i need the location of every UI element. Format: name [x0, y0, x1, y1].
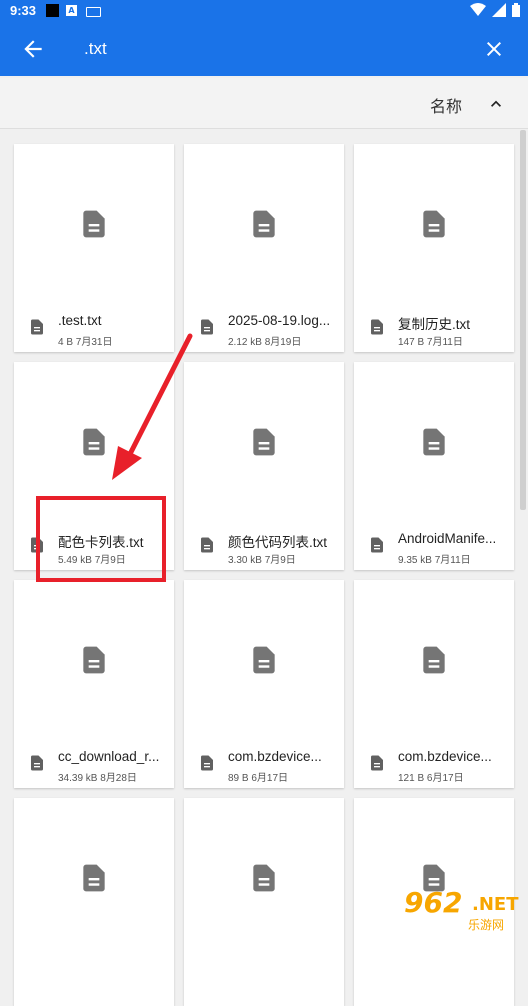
- file-type-icon: [201, 755, 213, 771]
- file-card[interactable]: 2025-08-19.log... 2.12 kB 8月19日: [184, 144, 344, 352]
- file-meta: 34.39 kB 8月28日: [58, 773, 137, 784]
- highlight-box: [36, 496, 166, 582]
- file-type-icon: [31, 755, 43, 771]
- file-meta: 9.35 kB 7月11日: [398, 555, 471, 566]
- file-card[interactable]: [14, 798, 174, 1006]
- document-icon: [83, 864, 105, 892]
- file-card[interactable]: com.bzdevice... 89 B 6月17日: [184, 580, 344, 788]
- sort-label[interactable]: 名称: [430, 93, 462, 117]
- file-card[interactable]: [184, 798, 344, 1006]
- scrollbar[interactable]: [520, 130, 526, 510]
- file-type-icon: [31, 319, 43, 335]
- arrow-back-icon[interactable]: [20, 36, 46, 62]
- status-bar: 9:33 A: [0, 0, 528, 22]
- file-name: AndroidManife...: [398, 531, 497, 546]
- file-meta: 121 B 6月17日: [398, 773, 464, 784]
- document-icon: [83, 428, 105, 456]
- file-meta: 147 B 7月11日: [398, 337, 463, 348]
- document-icon: [423, 646, 445, 674]
- sort-bar[interactable]: 名称: [0, 78, 528, 129]
- file-name: 颜色代码列表.txt: [228, 535, 328, 550]
- app-toolbar: .txt: [0, 22, 528, 76]
- file-name: com.bzdevice...: [398, 749, 492, 764]
- document-icon: [253, 864, 275, 892]
- file-type-icon: [201, 537, 213, 553]
- file-name: 2025-08-19.log...: [228, 313, 331, 328]
- file-type-icon: [371, 537, 383, 553]
- file-meta: 89 B 6月17日: [228, 773, 289, 784]
- signal-icon: [492, 3, 506, 17]
- file-meta: 4 B 7月31日: [58, 337, 113, 348]
- keyboard-icon: [86, 7, 101, 17]
- battery-icon: [512, 3, 520, 17]
- watermark-text: 乐游网: [468, 918, 505, 932]
- chevron-up-icon[interactable]: [486, 94, 506, 114]
- file-type-icon: [201, 319, 213, 335]
- file-name: com.bzdevice...: [228, 749, 322, 764]
- file-card[interactable]: .test.txt 4 B 7月31日: [14, 144, 174, 352]
- document-icon: [253, 646, 275, 674]
- file-card[interactable]: com.bzdevice... 121 B 6月17日: [354, 580, 514, 788]
- search-query[interactable]: .txt: [84, 39, 107, 59]
- watermark-suffix: .NET: [472, 894, 519, 915]
- close-icon[interactable]: [482, 37, 506, 61]
- file-type-icon: [371, 755, 383, 771]
- file-card[interactable]: 颜色代码列表.txt 3.30 kB 7月9日: [184, 362, 344, 570]
- status-icons: [470, 3, 520, 17]
- document-icon: [83, 646, 105, 674]
- document-icon: [83, 210, 105, 238]
- notification-icon: [46, 4, 59, 17]
- file-name: .test.txt: [58, 313, 102, 328]
- app-notification-icon: A: [66, 5, 77, 16]
- watermark-logo: 962 .NET 乐游网: [394, 886, 526, 936]
- file-card[interactable]: 复制历史.txt 147 B 7月11日: [354, 144, 514, 352]
- watermark-number: 962: [404, 886, 463, 919]
- file-card[interactable]: cc_download_r... 34.39 kB 8月28日: [14, 580, 174, 788]
- file-meta: 2.12 kB 8月19日: [228, 337, 302, 348]
- file-meta: 3.30 kB 7月9日: [228, 555, 296, 566]
- file-card[interactable]: AndroidManife... 9.35 kB 7月11日: [354, 362, 514, 570]
- document-icon: [253, 210, 275, 238]
- status-time: 9:33: [10, 3, 37, 18]
- document-icon: [423, 428, 445, 456]
- file-type-icon: [371, 319, 383, 335]
- file-name: cc_download_r...: [58, 749, 160, 764]
- file-name: 复制历史.txt: [398, 317, 471, 332]
- wifi-icon: [470, 3, 486, 16]
- document-icon: [423, 210, 445, 238]
- document-icon: [253, 428, 275, 456]
